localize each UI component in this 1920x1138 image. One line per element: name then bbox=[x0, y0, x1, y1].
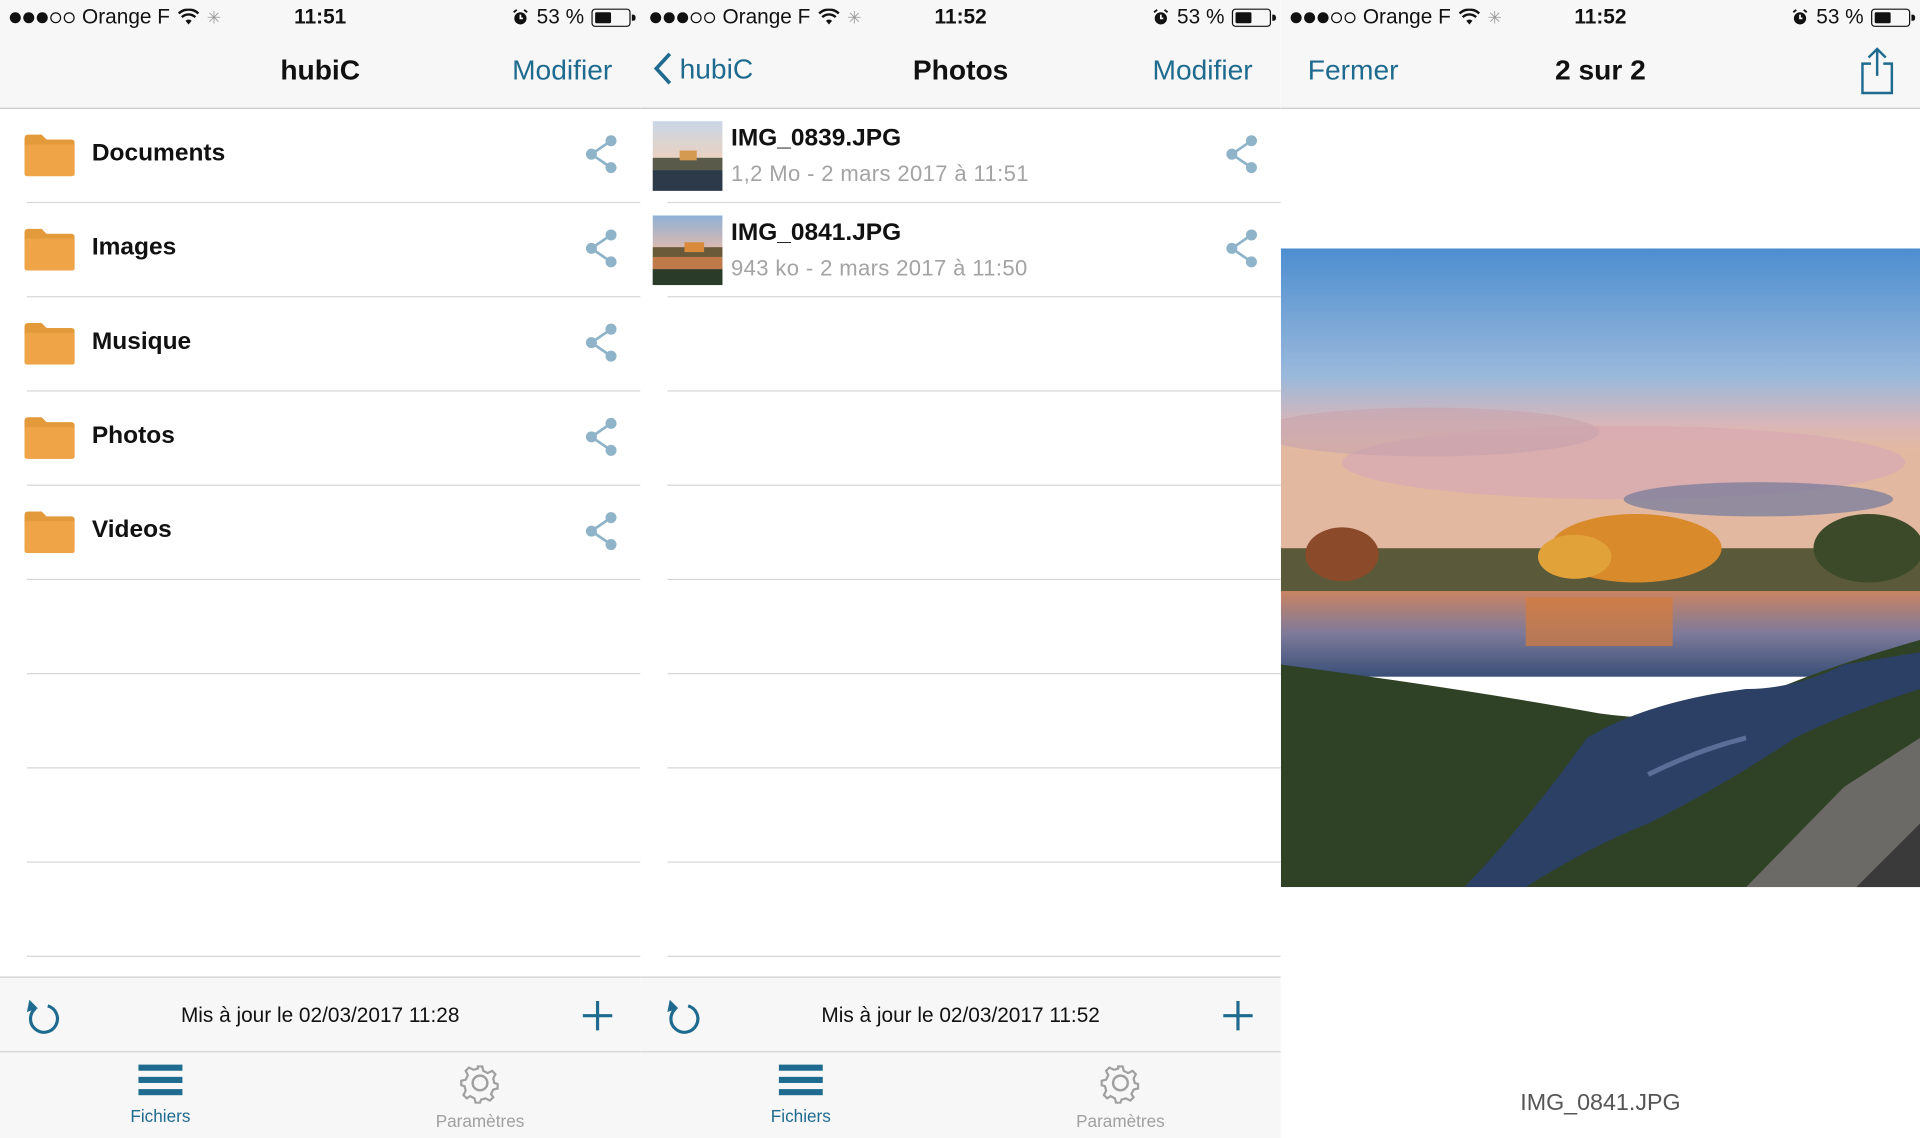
empty-row bbox=[640, 863, 1281, 957]
empty-row bbox=[640, 768, 1281, 863]
tab-files-label: Fichiers bbox=[130, 1106, 191, 1126]
tab-files[interactable]: Fichiers bbox=[75, 1062, 246, 1126]
folder-name: Musique bbox=[91, 327, 192, 355]
tab-settings[interactable]: Paramètres bbox=[1035, 1062, 1206, 1131]
empty-row bbox=[640, 580, 1281, 675]
tab-settings[interactable]: Paramètres bbox=[394, 1062, 565, 1131]
alarm-icon bbox=[1793, 9, 1808, 25]
last-updated-text: Mis à jour le 02/03/2017 11:52 bbox=[821, 1003, 1100, 1027]
gear-icon bbox=[1100, 1065, 1140, 1104]
battery-percent: 53 % bbox=[1177, 4, 1225, 29]
photo-thumbnail bbox=[652, 121, 723, 191]
bottom-toolbar: Mis à jour le 02/03/2017 11:28 bbox=[0, 976, 641, 1053]
share-icon[interactable] bbox=[582, 228, 621, 270]
photo-filename: IMG_0841.JPG bbox=[1520, 1090, 1681, 1117]
status-bar: Orange F ✳ 11:51 53 % bbox=[0, 0, 641, 37]
battery-fill bbox=[595, 11, 612, 23]
navigation-bar: Fermer 2 sur 2 bbox=[1280, 36, 1920, 109]
list-icon bbox=[778, 1064, 823, 1096]
folder-row-photos[interactable]: Photos bbox=[0, 392, 641, 486]
tab-bar: Fichiers Paramètres bbox=[0, 1052, 641, 1138]
share-icon[interactable] bbox=[582, 322, 621, 364]
full-photo bbox=[1280, 248, 1920, 888]
battery-icon bbox=[1231, 7, 1276, 27]
file-name: IMG_0841.JPG bbox=[731, 219, 902, 246]
viewer-screen: Orange F ✳ 11:52 53 % Fermer 2 sur 2 IMG… bbox=[1280, 0, 1920, 1138]
file-meta: 1,2 Mo - 2 mars 2017 à 11:51 bbox=[731, 161, 1029, 187]
folder-icon bbox=[24, 323, 75, 365]
status-bar: Orange F ✳ 11:52 53 % bbox=[640, 0, 1281, 37]
file-row[interactable]: IMG_0841.JPG 943 ko - 2 mars 2017 à 11:5… bbox=[640, 203, 1281, 298]
empty-row bbox=[0, 580, 641, 675]
battery-fill bbox=[1235, 11, 1252, 23]
photos-screen: Orange F ✳ 11:52 53 % hubiC Photos Modif… bbox=[640, 0, 1281, 1138]
share-icon[interactable] bbox=[582, 133, 621, 175]
add-icon[interactable] bbox=[579, 997, 616, 1034]
folder-list: Documents Images Musique Photos Videos bbox=[0, 109, 641, 957]
photo-thumbnail bbox=[652, 215, 723, 286]
edit-button[interactable]: Modifier bbox=[1152, 54, 1252, 87]
file-list: IMG_0839.JPG 1,2 Mo - 2 mars 2017 à 11:5… bbox=[640, 109, 1281, 957]
battery-icon bbox=[1871, 7, 1916, 27]
status-bar: Orange F ✳ 11:52 53 % bbox=[1280, 0, 1920, 37]
alarm-icon bbox=[1153, 9, 1169, 25]
empty-row bbox=[0, 863, 641, 957]
battery-icon bbox=[591, 7, 636, 27]
alarm-icon bbox=[513, 9, 529, 25]
photo-counter: 2 sur 2 bbox=[1555, 53, 1646, 86]
folder-row-documents[interactable]: Documents bbox=[0, 109, 641, 204]
edit-button[interactable]: Modifier bbox=[512, 54, 612, 87]
folder-icon bbox=[24, 134, 75, 177]
battery-percent: 53 % bbox=[1816, 4, 1864, 29]
folder-row-videos[interactable]: Videos bbox=[0, 486, 641, 581]
tab-files[interactable]: Fichiers bbox=[715, 1062, 886, 1126]
battery-percent: 53 % bbox=[536, 4, 585, 29]
folder-icon bbox=[24, 511, 75, 554]
empty-row bbox=[640, 392, 1281, 486]
battery-fill bbox=[1874, 11, 1891, 23]
folder-name: Documents bbox=[91, 139, 226, 167]
add-icon[interactable] bbox=[1220, 997, 1257, 1034]
navigation-bar: hubiC Photos Modifier bbox=[640, 36, 1281, 109]
share-up-icon[interactable] bbox=[1859, 47, 1896, 96]
empty-row bbox=[0, 674, 641, 769]
file-name: IMG_0839.JPG bbox=[731, 124, 902, 152]
empty-row bbox=[0, 768, 641, 863]
tab-settings-label: Paramètres bbox=[435, 1111, 525, 1131]
navigation-bar: hubiC Modifier bbox=[0, 36, 641, 109]
share-icon[interactable] bbox=[582, 416, 621, 458]
bottom-toolbar: Mis à jour le 02/03/2017 11:52 bbox=[640, 976, 1281, 1053]
share-icon[interactable] bbox=[1222, 228, 1261, 270]
share-icon[interactable] bbox=[1222, 133, 1261, 175]
folder-row-images[interactable]: Images bbox=[0, 203, 641, 298]
tab-bar: Fichiers Paramètres bbox=[640, 1052, 1281, 1138]
tab-settings-label: Paramètres bbox=[1076, 1111, 1165, 1131]
empty-row bbox=[640, 674, 1281, 769]
last-updated-text: Mis à jour le 02/03/2017 11:28 bbox=[180, 1003, 460, 1027]
empty-row bbox=[640, 486, 1281, 581]
folder-name: Videos bbox=[91, 516, 172, 544]
folder-icon bbox=[24, 417, 75, 459]
folder-row-musique[interactable]: Musique bbox=[0, 297, 641, 392]
tab-files-label: Fichiers bbox=[770, 1106, 831, 1126]
file-row[interactable]: IMG_0839.JPG 1,2 Mo - 2 mars 2017 à 11:5… bbox=[640, 109, 1281, 204]
list-icon bbox=[138, 1064, 183, 1096]
folder-name: Photos bbox=[91, 422, 175, 450]
share-icon[interactable] bbox=[582, 510, 621, 552]
file-meta: 943 ko - 2 mars 2017 à 11:50 bbox=[731, 255, 1028, 281]
root-screen: Orange F ✳ 11:51 53 % hubiC Modifier Doc… bbox=[0, 0, 641, 1138]
folder-name: Images bbox=[91, 233, 177, 261]
empty-row bbox=[640, 297, 1281, 392]
gear-icon bbox=[460, 1065, 499, 1104]
folder-icon bbox=[24, 228, 75, 271]
